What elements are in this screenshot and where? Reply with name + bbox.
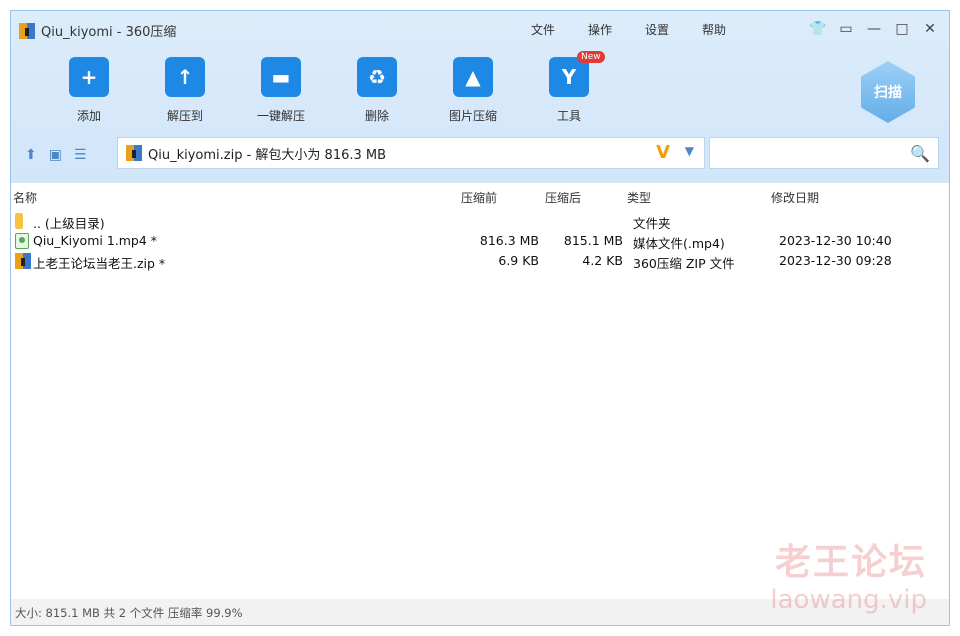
verify-icon[interactable]: V	[656, 142, 670, 163]
scan-button[interactable]: 扫描	[861, 61, 915, 123]
header-name[interactable]: 名称	[13, 189, 37, 206]
up-arrow-icon[interactable]: ⬆	[25, 147, 37, 163]
row-name: .. (上级目录)	[33, 216, 105, 231]
menu-file[interactable]: 文件	[531, 21, 555, 38]
folder-icon	[15, 213, 23, 229]
table-row[interactable]: .. (上级目录) 文件夹	[11, 211, 949, 231]
header-type[interactable]: 类型	[627, 189, 651, 206]
zip-app-icon	[19, 22, 35, 39]
image-compress-button[interactable]: ▲ 图片压缩	[425, 57, 521, 124]
path-text: Qiu_kiyomi.zip - 解包大小为 816.3 MB	[148, 147, 387, 163]
chevron-down-icon[interactable]: ▼	[685, 144, 694, 158]
path-bar[interactable]: Qiu_kiyomi.zip - 解包大小为 816.3 MB V ▼	[117, 137, 705, 169]
search-input[interactable]	[716, 138, 910, 168]
close-icon[interactable]: ✕	[919, 19, 941, 39]
file-list-header: 名称 压缩前 压缩后 类型 修改日期	[11, 183, 949, 209]
row-date: 2023-12-30 09:28	[779, 253, 892, 268]
thumbnail-view-icon[interactable]: ▣	[49, 147, 62, 163]
menu-bar: 文件 操作 设置 帮助	[531, 21, 726, 38]
table-row[interactable]: Qiu_Kiyomi 1.mp4 * 816.3 MB 815.1 MB 媒体文…	[11, 231, 949, 251]
row-after: 815.1 MB	[563, 233, 623, 248]
feedback-icon[interactable]: ▭	[835, 19, 857, 39]
add-icon: +	[69, 57, 109, 97]
watermark-title: 老王论坛	[774, 542, 927, 583]
shirt-icon[interactable]: 👕	[807, 19, 829, 39]
header-after[interactable]: 压缩后	[545, 189, 581, 206]
image-compress-icon: ▲	[453, 57, 493, 97]
file-list: .. (上级目录) 文件夹 Qiu_Kiyomi 1.mp4 * 816.3 M…	[11, 211, 949, 271]
one-click-extract-icon: ▬	[261, 57, 301, 97]
row-name: Qiu_Kiyomi 1.mp4 *	[33, 233, 158, 248]
menu-settings[interactable]: 设置	[645, 21, 669, 38]
menu-help[interactable]: 帮助	[702, 21, 726, 38]
one-click-extract-button[interactable]: ▬ 一键解压	[233, 57, 329, 124]
add-label: 添加	[76, 109, 101, 123]
one-click-extract-label: 一键解压	[256, 109, 305, 123]
header-date[interactable]: 修改日期	[771, 189, 819, 206]
row-type: 360压缩 ZIP 文件	[633, 256, 735, 271]
row-after: 4.2 KB	[582, 253, 623, 268]
watermark: 老王论坛 laowang.vip	[770, 533, 927, 615]
delete-button[interactable]: ♻ 删除	[329, 57, 425, 124]
row-date: 2023-12-30 10:40	[779, 233, 892, 248]
image-compress-label: 图片压缩	[448, 109, 497, 123]
add-button[interactable]: + 添加	[41, 57, 137, 124]
row-type: 文件夹	[633, 216, 671, 231]
watermark-url: laowang.vip	[770, 585, 927, 615]
tools-icon: Y	[549, 57, 589, 97]
extract-to-label: 解压到	[166, 109, 203, 123]
row-name: 上老王论坛当老王.zip *	[33, 256, 166, 271]
table-row[interactable]: 上老王论坛当老王.zip * 6.9 KB 4.2 KB 360压缩 ZIP 文…	[11, 251, 949, 271]
zip-file-icon	[15, 253, 31, 269]
archive-icon	[126, 145, 142, 161]
video-file-icon	[15, 233, 29, 249]
tools-label: 工具	[556, 109, 581, 123]
extract-to-icon: ↑	[165, 57, 205, 97]
maximize-icon[interactable]: □	[891, 19, 913, 39]
nav-icons: ⬆ ▣ ☰	[25, 147, 87, 163]
app-window: Qiu_kiyomi - 360压缩 文件 操作 设置 帮助 👕 ▭ — □ ✕…	[10, 10, 950, 626]
top-area: Qiu_kiyomi - 360压缩 文件 操作 设置 帮助 👕 ▭ — □ ✕…	[11, 11, 949, 183]
status-text: 大小: 815.1 MB 共 2 个文件 压缩率 99.9%	[15, 606, 243, 620]
minimize-icon[interactable]: —	[863, 19, 885, 39]
new-badge: New	[577, 51, 605, 63]
row-type: 媒体文件(.mp4)	[633, 236, 725, 251]
window-controls: 👕 ▭ — □ ✕	[807, 19, 941, 39]
search-box: 🔍	[709, 137, 939, 169]
title-bar: Qiu_kiyomi - 360压缩	[19, 21, 176, 40]
extract-to-button[interactable]: ↑ 解压到	[137, 57, 233, 124]
search-icon[interactable]: 🔍	[910, 144, 930, 163]
header-before[interactable]: 压缩前	[461, 189, 497, 206]
list-view-icon[interactable]: ☰	[74, 147, 87, 163]
delete-label: 删除	[364, 109, 389, 123]
delete-icon: ♻	[357, 57, 397, 97]
window-title: Qiu_kiyomi - 360压缩	[41, 25, 177, 40]
scan-label: 扫描	[874, 85, 902, 101]
navigation-row: ⬆ ▣ ☰ Qiu_kiyomi.zip - 解包大小为 816.3 MB V …	[11, 137, 949, 173]
tools-button[interactable]: Y New 工具	[521, 51, 617, 124]
menu-operation[interactable]: 操作	[588, 21, 612, 38]
toolbar: + 添加 ↑ 解压到 ▬ 一键解压 ♻ 删除 ▲ 图片压缩 Y New 工具	[41, 51, 617, 124]
